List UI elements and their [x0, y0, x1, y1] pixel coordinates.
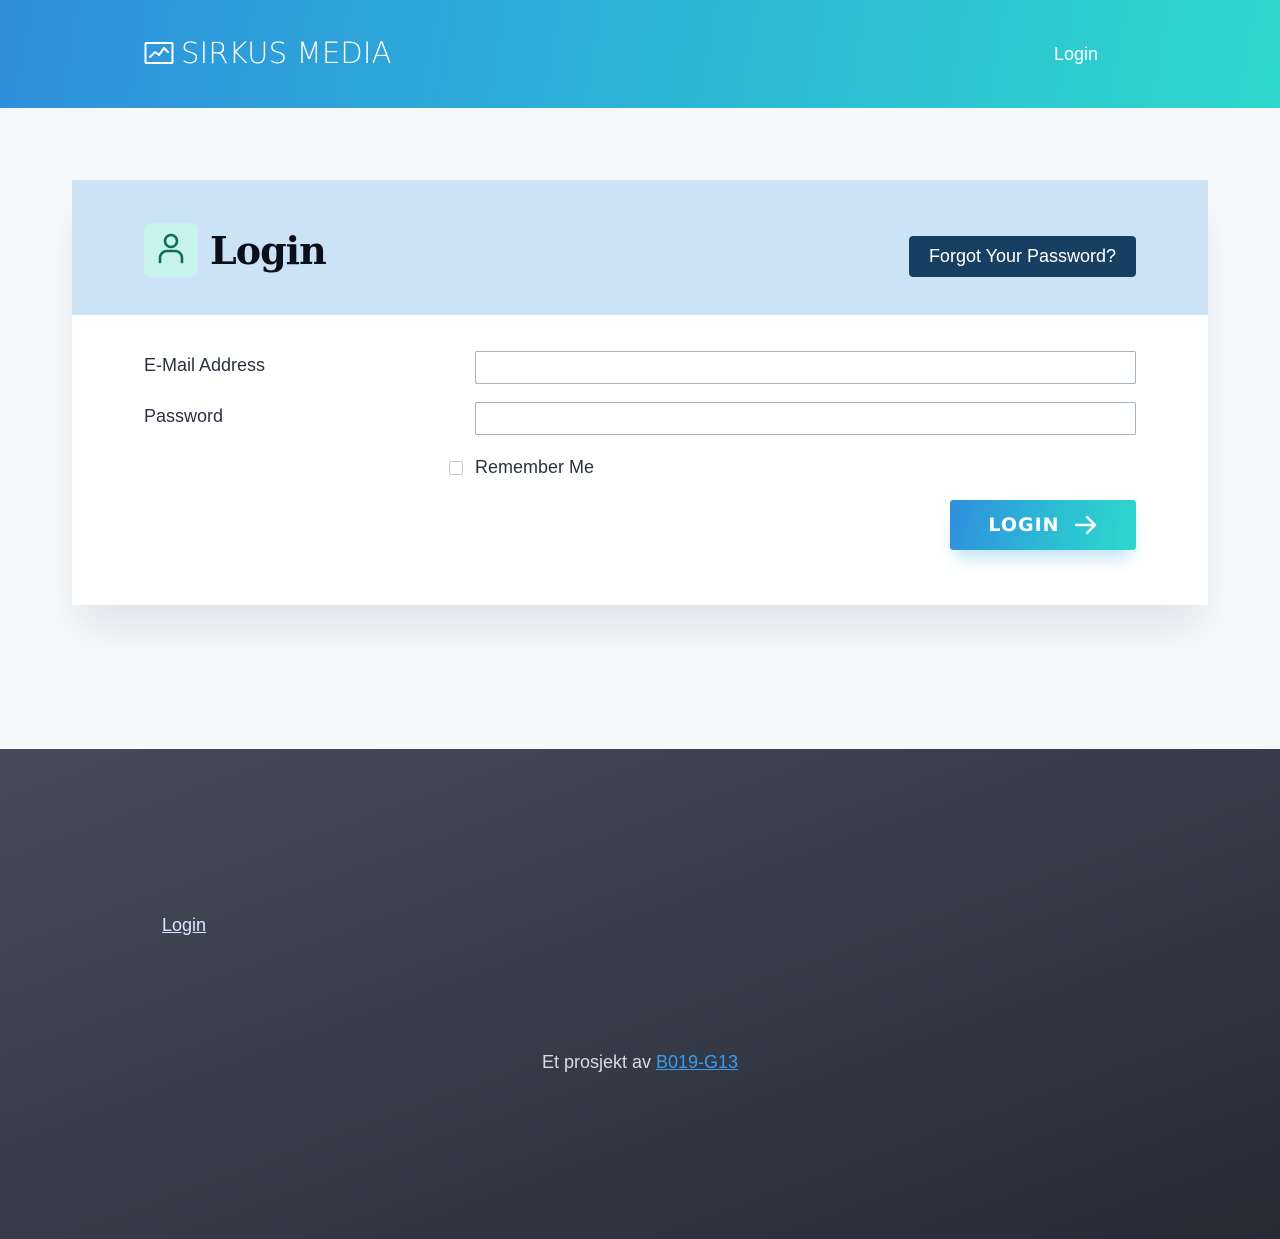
- password-field[interactable]: [475, 402, 1136, 435]
- forgot-password-button[interactable]: Forgot Your Password?: [909, 236, 1136, 277]
- arrow-right-icon: [1074, 514, 1098, 536]
- password-label: Password: [144, 406, 224, 426]
- user-badge: [144, 223, 198, 277]
- login-card-header: Login Forgot Your Password?: [72, 180, 1208, 315]
- page-title: Login: [210, 228, 327, 273]
- credit-project-link[interactable]: B019-G13: [656, 1052, 738, 1072]
- footer-credit-text: Et prosjekt av: [541, 1052, 656, 1072]
- login-card: Login Forgot Your Password? E-Mail Addre…: [72, 180, 1208, 605]
- brand-name: SIRKUS MEDIA: [181, 36, 392, 70]
- brand-logo-link[interactable]: SIRKUS MEDIA: [144, 36, 392, 70]
- footer-credit: Et prosjekt av B019-G13: [0, 1052, 1280, 1073]
- email-label: E-Mail Address: [144, 355, 266, 375]
- remember-me-label[interactable]: Remember Me: [475, 457, 594, 478]
- user-icon: [155, 231, 187, 270]
- nav-login-link[interactable]: Login: [1054, 44, 1098, 65]
- chart-line-icon: [144, 40, 174, 66]
- login-submit-label: LOGIN: [988, 514, 1060, 536]
- site-header: SIRKUS MEDIA Login: [0, 0, 1280, 108]
- email-field[interactable]: [475, 351, 1136, 384]
- login-submit-button[interactable]: LOGIN: [950, 500, 1136, 550]
- site-footer: Login Et prosjekt av B019-G13: [0, 749, 1280, 1239]
- remember-me-checkbox[interactable]: [449, 461, 463, 475]
- footer-login-link[interactable]: Login: [162, 915, 206, 936]
